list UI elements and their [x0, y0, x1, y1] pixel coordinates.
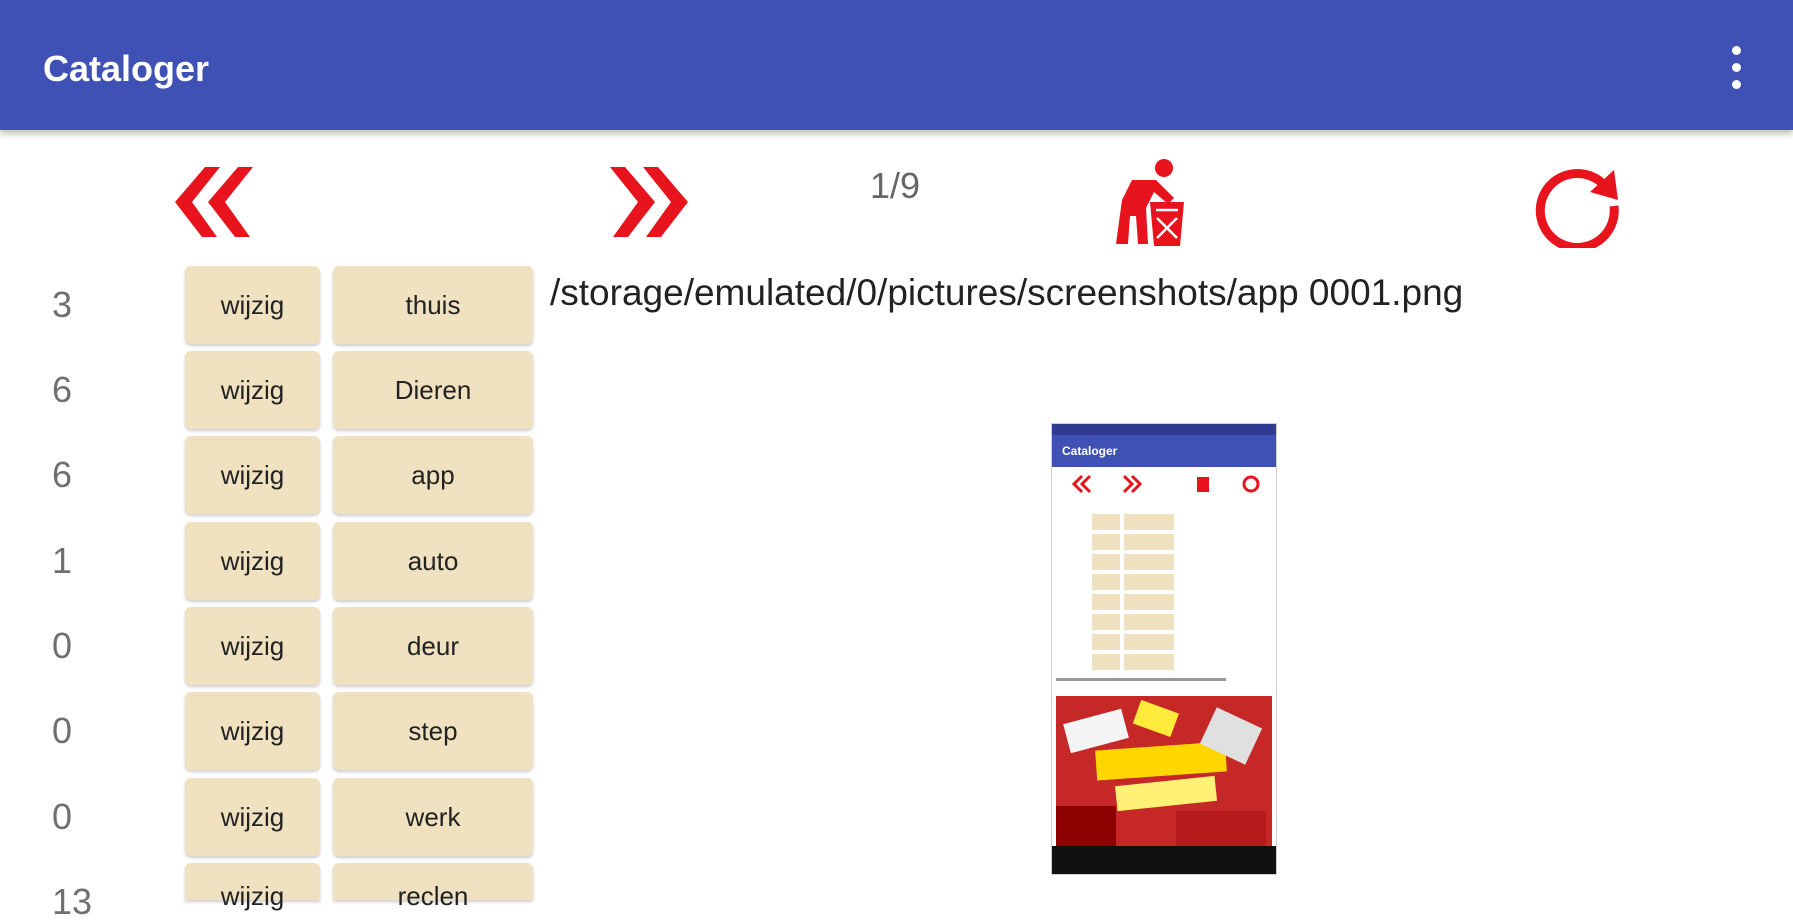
row-count: 0 [52, 796, 73, 837]
tag-button[interactable]: auto [333, 522, 533, 600]
app-title: Cataloger [43, 48, 210, 89]
edit-button[interactable]: wijzig [185, 692, 320, 770]
edit-button[interactable]: wijzig [185, 607, 320, 685]
preview-title: Cataloger [1062, 444, 1118, 458]
row-count: 1 [52, 540, 73, 581]
tag-button[interactable]: deur [333, 607, 533, 685]
tag-button[interactable]: thuis [333, 266, 533, 344]
row-count: 6 [52, 369, 73, 410]
preview-toolbar-icon [1071, 474, 1260, 494]
edit-button[interactable]: wijzig [185, 436, 320, 514]
row-count: 0 [52, 710, 73, 751]
preview-nav-bar [1052, 846, 1276, 874]
tag-button[interactable]: app [333, 436, 533, 514]
edit-button[interactable]: wijzig [185, 351, 320, 429]
preview-list [1052, 510, 1276, 690]
preview-status-bar [1052, 424, 1276, 435]
more-vert-icon[interactable] [1713, 40, 1757, 96]
tag-button[interactable]: step [333, 692, 533, 770]
page-counter: 1/9 [870, 165, 921, 206]
edit-button[interactable]: wijzig [185, 863, 320, 911]
row-count: 0 [52, 625, 73, 666]
tag-button[interactable]: reclen [333, 863, 533, 911]
edit-button[interactable]: wijzig [185, 778, 320, 856]
row-count: 6 [52, 454, 73, 495]
preview-photo [1056, 696, 1272, 846]
tag-button[interactable]: werk [333, 778, 533, 856]
double-chevron-left-icon[interactable] [170, 162, 260, 242]
tag-button[interactable]: Dieren [333, 351, 533, 429]
refresh-icon[interactable] [1532, 158, 1622, 248]
trash-person-icon[interactable] [1102, 158, 1192, 248]
app-bar: Cataloger [0, 0, 1793, 130]
edit-button[interactable]: wijzig [185, 522, 320, 600]
row-count: 13 [52, 881, 93, 922]
edit-button[interactable]: wijzig [185, 266, 320, 344]
double-chevron-right-icon[interactable] [603, 162, 693, 242]
preview-app-bar: Cataloger [1052, 435, 1276, 467]
image-preview[interactable]: Cataloger [1051, 423, 1277, 875]
row-count: 3 [52, 284, 73, 325]
file-path: /storage/emulated/0/pictures/screenshots… [550, 272, 1464, 313]
